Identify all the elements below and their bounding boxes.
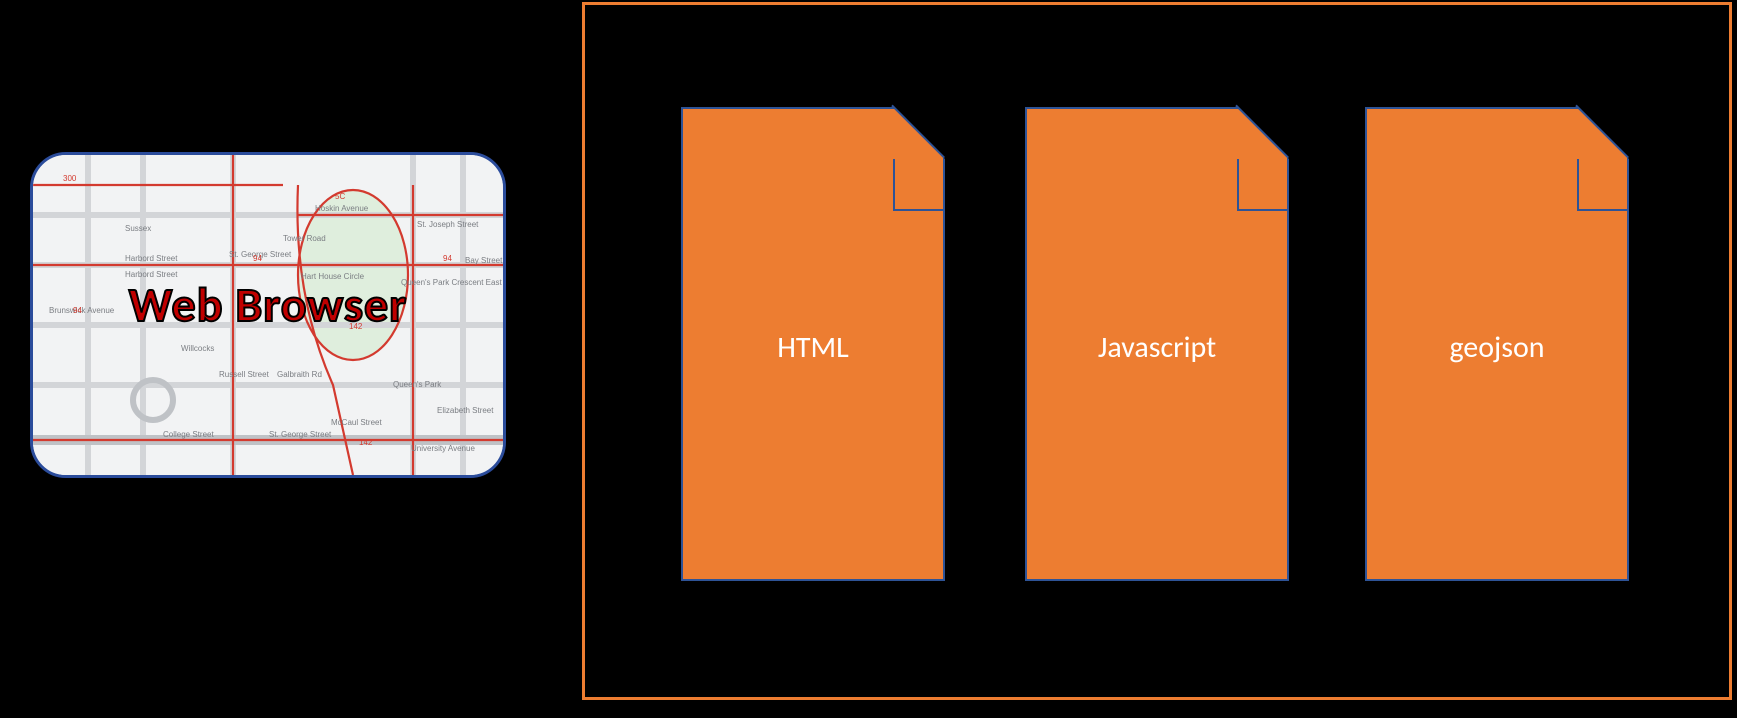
diagram-stage: Sussex Harbord Street Harbord Street Wil… bbox=[0, 0, 1737, 718]
map-street-label: St. George Street bbox=[269, 430, 332, 439]
map-street-label: Willcocks bbox=[181, 344, 214, 353]
map-street-label: College Street bbox=[163, 430, 214, 439]
file-javascript-label: Javascript bbox=[1027, 329, 1287, 366]
svg-text:94: 94 bbox=[443, 254, 452, 263]
web-browser-label: Web Browser bbox=[33, 275, 503, 334]
file-geojson: geojson bbox=[1365, 107, 1629, 581]
map-street-label: University Avenue bbox=[411, 444, 475, 453]
map-street-label: St. Joseph Street bbox=[417, 220, 479, 229]
file-html-label: HTML bbox=[683, 329, 943, 366]
svg-text:142: 142 bbox=[359, 438, 373, 447]
map-street-label: Sussex bbox=[125, 224, 151, 233]
map-street-label: Queen's Park bbox=[393, 380, 442, 389]
svg-text:300: 300 bbox=[63, 174, 77, 183]
svg-text:94: 94 bbox=[253, 254, 262, 263]
web-browser-box: Sussex Harbord Street Harbord Street Wil… bbox=[30, 152, 506, 478]
svg-text:5C: 5C bbox=[335, 192, 345, 201]
connector-shaft bbox=[506, 317, 564, 319]
map-street-label: Harbord Street bbox=[125, 254, 178, 263]
map-street-label: Russell Street bbox=[219, 370, 270, 379]
map-street-label: Tower Road bbox=[283, 234, 326, 243]
connector-head bbox=[564, 313, 576, 323]
map-street-label: Galbraith Rd bbox=[277, 370, 322, 379]
map-street-label: Bay Street bbox=[465, 256, 503, 265]
map-street-label: Hoskin Avenue bbox=[315, 204, 369, 213]
files-container: HTML Javascript geojson bbox=[582, 2, 1732, 700]
file-html: HTML bbox=[681, 107, 945, 581]
file-geojson-label: geojson bbox=[1367, 329, 1627, 366]
file-javascript: Javascript bbox=[1025, 107, 1289, 581]
map-street-label: Elizabeth Street bbox=[437, 406, 494, 415]
map-street-label: McCaul Street bbox=[331, 418, 382, 427]
